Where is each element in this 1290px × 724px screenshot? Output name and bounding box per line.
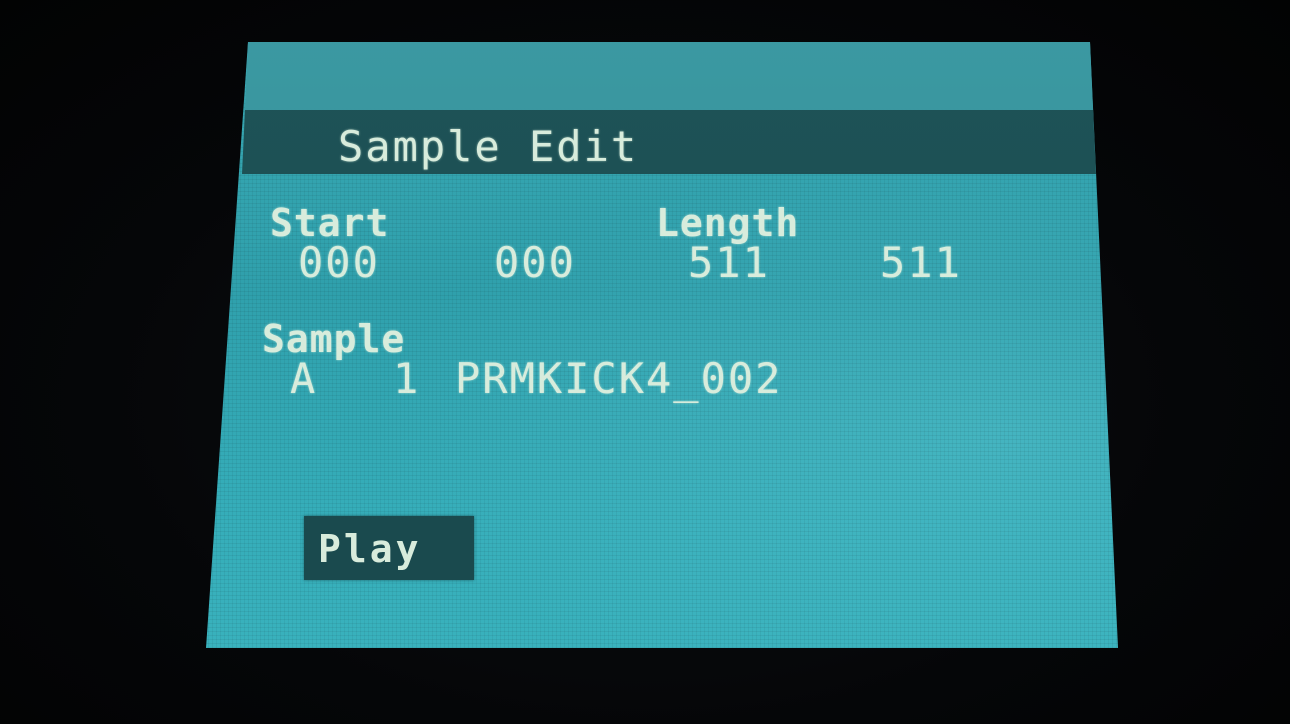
length-value-2[interactable]: 511	[880, 242, 962, 284]
device-screen-photo: Sample Edit Start Length 000 000 511 511…	[0, 0, 1290, 724]
sample-name[interactable]: PRMKICK4_002	[455, 358, 782, 400]
length-label: Length	[656, 201, 800, 245]
start-value-1[interactable]: 000	[298, 242, 380, 284]
sample-bank[interactable]: A	[290, 358, 317, 400]
play-button[interactable]: Play	[304, 516, 474, 580]
play-button-label: Play	[318, 527, 422, 571]
sample-label: Sample	[262, 317, 406, 361]
length-value-1[interactable]: 511	[688, 242, 770, 284]
page-title: Sample Edit	[338, 122, 639, 171]
start-value-2[interactable]: 000	[494, 242, 576, 284]
start-label: Start	[270, 201, 390, 245]
sample-number[interactable]: 1	[393, 358, 420, 400]
